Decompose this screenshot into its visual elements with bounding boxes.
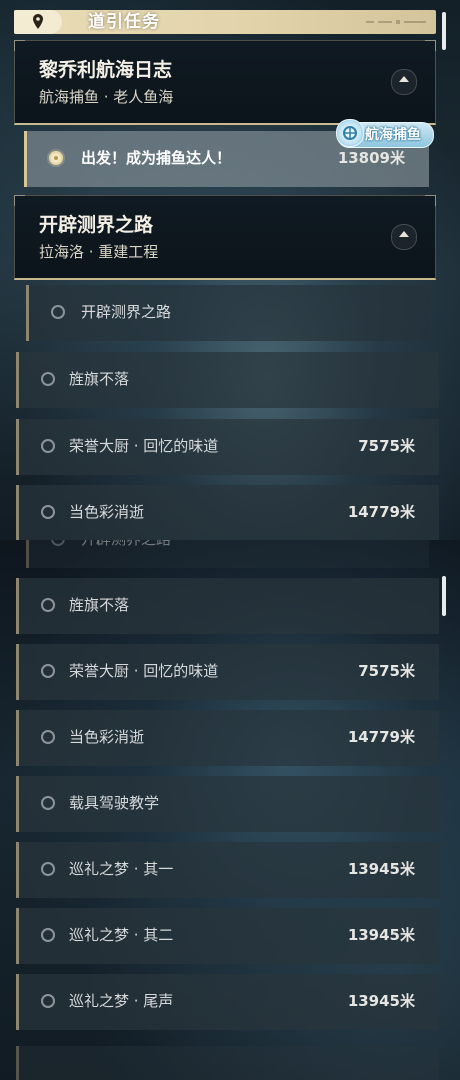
collapse-button[interactable] — [391, 69, 417, 95]
quest-distance: 13945米 — [347, 860, 415, 878]
quest-distance: 13945米 — [347, 926, 415, 944]
quest-item[interactable]: 当色彩消逝 14779米 — [16, 485, 439, 540]
chevron-up-icon — [399, 76, 409, 82]
quest-item[interactable]: 巡礼之梦 · 尾声 13945米 — [16, 974, 439, 1030]
untracked-radio-icon[interactable] — [41, 372, 55, 386]
quest-header: 道引任务 — [14, 10, 436, 34]
untracked-radio-icon[interactable] — [41, 928, 55, 942]
quest-item[interactable]: 旌旗不落 — [16, 352, 439, 408]
map-pin-icon — [33, 14, 43, 29]
quest-label: 巡礼之梦 · 其一 — [69, 860, 174, 878]
corner-ornament — [425, 195, 436, 206]
quest-group-survey-road[interactable]: 开辟测界之路 拉海洛 · 重建工程 — [14, 195, 436, 280]
fishing-compass-icon — [336, 119, 364, 147]
quest-distance: 13945米 — [347, 992, 415, 1010]
quest-item[interactable]: 荣誉大厨 · 回忆的味道 7575米 — [16, 419, 439, 475]
category-badge: 航海捕鱼 — [336, 119, 434, 148]
quest-label: 荣誉大厨 · 回忆的味道 — [69, 662, 219, 680]
quest-label: 巡礼之梦 · 尾声 — [69, 992, 174, 1010]
untracked-radio-icon[interactable] — [41, 730, 55, 744]
quest-item[interactable]: 荣誉大厨 · 回忆的味道 7575米 — [16, 644, 439, 700]
quest-label: 当色彩消逝 — [69, 503, 145, 521]
scrollbar-thumb[interactable] — [442, 12, 446, 50]
quest-label: 出发！成为捕鱼达人！ — [81, 149, 232, 167]
quest-distance: 14779米 — [347, 728, 415, 746]
untracked-radio-icon[interactable] — [41, 664, 55, 678]
group-subtitle: 航海捕鱼 · 老人鱼海 — [39, 88, 174, 106]
untracked-radio-icon[interactable] — [41, 862, 55, 876]
quest-label: 载具驾驶教学 — [69, 794, 160, 812]
quest-item[interactable]: 载具驾驶教学 — [16, 776, 439, 832]
quest-label: 巡礼之梦 · 其二 — [69, 926, 174, 944]
quest-group-sailing-log[interactable]: 黎乔利航海日志 航海捕鱼 · 老人鱼海 — [14, 40, 436, 125]
quest-distance: 7575米 — [358, 662, 415, 680]
quest-panel-bottom: 开辟测界之路 旌旗不落 荣誉大厨 · 回忆的味道 7575米 当色彩消逝 147… — [0, 540, 460, 1080]
untracked-radio-icon[interactable] — [41, 505, 55, 519]
chevron-up-icon — [399, 231, 409, 237]
quest-item[interactable]: 开辟测界之路 — [26, 285, 429, 341]
corner-ornament — [14, 40, 25, 51]
untracked-radio-icon[interactable] — [51, 305, 65, 319]
group-title: 黎乔利航海日志 — [39, 59, 173, 81]
untracked-radio-icon[interactable] — [51, 540, 65, 546]
tracked-radio-icon[interactable] — [49, 151, 63, 165]
quest-item[interactable]: 巡礼之梦 · 其一 13945米 — [16, 842, 439, 898]
quest-distance: 14779米 — [347, 503, 415, 521]
category-label: 航海捕鱼 — [365, 127, 421, 143]
quest-label: 旌旗不落 — [69, 596, 130, 614]
quest-item[interactable]: 旌旗不落 — [16, 578, 439, 634]
quest-label: 荣誉大厨 · 回忆的味道 — [69, 437, 219, 455]
map-pin-badge[interactable] — [14, 10, 62, 34]
quest-label: 旌旗不落 — [69, 370, 130, 388]
corner-ornament — [14, 195, 25, 206]
header-title: 道引任务 — [88, 12, 160, 32]
quest-panel-top: 道引任务 黎乔利航海日志 航海捕鱼 · 老人鱼海 出发！成为捕鱼达人！ 1380… — [0, 0, 460, 540]
group-subtitle: 拉海洛 · 重建工程 — [39, 243, 159, 261]
quest-label: 开辟测界之路 — [81, 303, 172, 321]
quest-item[interactable]: 巡礼之梦 · 其二 13945米 — [16, 908, 439, 964]
group-title: 开辟测界之路 — [39, 214, 154, 236]
untracked-radio-icon[interactable] — [41, 439, 55, 453]
untracked-radio-icon[interactable] — [41, 796, 55, 810]
quest-item[interactable]: 当色彩消逝 14779米 — [16, 710, 439, 766]
untracked-radio-icon[interactable] — [41, 994, 55, 1008]
quest-distance: 7575米 — [358, 437, 415, 455]
quest-item-partial[interactable]: 开辟测界之路 — [26, 540, 429, 568]
quest-label: 当色彩消逝 — [69, 728, 145, 746]
quest-item-partial[interactable] — [16, 1046, 439, 1080]
header-ornament — [366, 20, 426, 24]
quest-label: 开辟测界之路 — [81, 540, 171, 550]
scrollbar-thumb[interactable] — [442, 576, 446, 616]
collapse-button[interactable] — [391, 224, 417, 250]
quest-distance: 13809米 — [337, 149, 405, 167]
corner-ornament — [425, 40, 436, 51]
untracked-radio-icon[interactable] — [41, 598, 55, 612]
